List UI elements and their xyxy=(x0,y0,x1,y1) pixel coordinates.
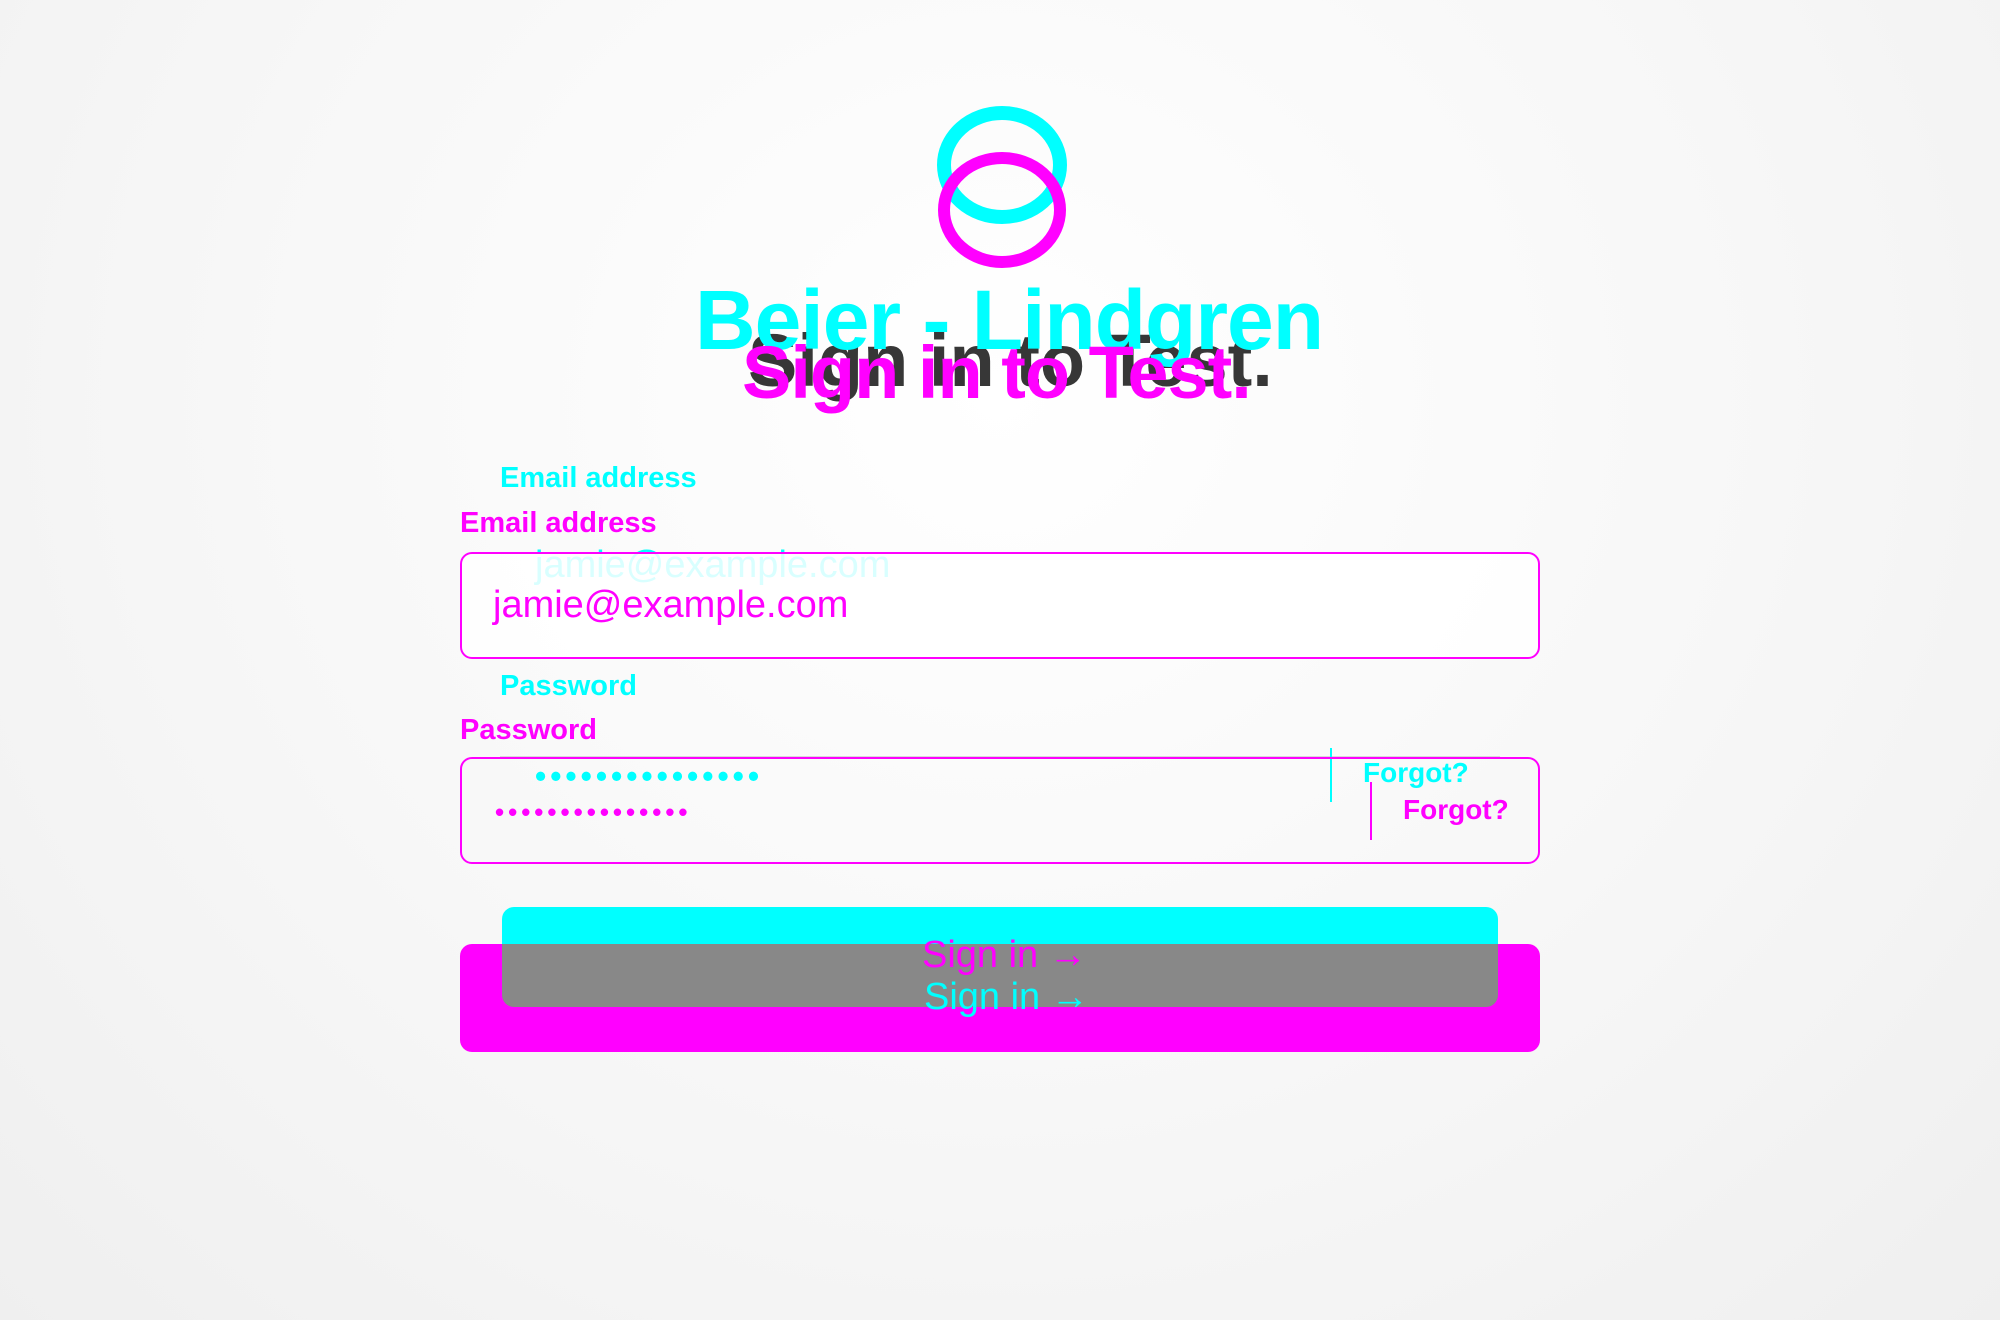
page-title: Sign in to Test. xyxy=(742,331,1252,414)
interlocking-rings-logo-icon xyxy=(935,148,1070,273)
forgot-password-link[interactable]: Forgot? xyxy=(1403,794,1509,826)
email-value: jamie@example.com xyxy=(493,584,849,626)
sign-in-label-magenta: Sign in → xyxy=(922,934,1087,976)
password-divider xyxy=(1370,782,1372,840)
sign-in-label: Sign in → xyxy=(924,976,1089,1018)
password-label: Password xyxy=(460,714,597,746)
email-label: Email address xyxy=(460,507,657,539)
password-mask: ••••••••••••••• xyxy=(495,797,692,827)
magenta-layer: Sign in to Test. Email address jamie@exa… xyxy=(0,0,2000,1320)
